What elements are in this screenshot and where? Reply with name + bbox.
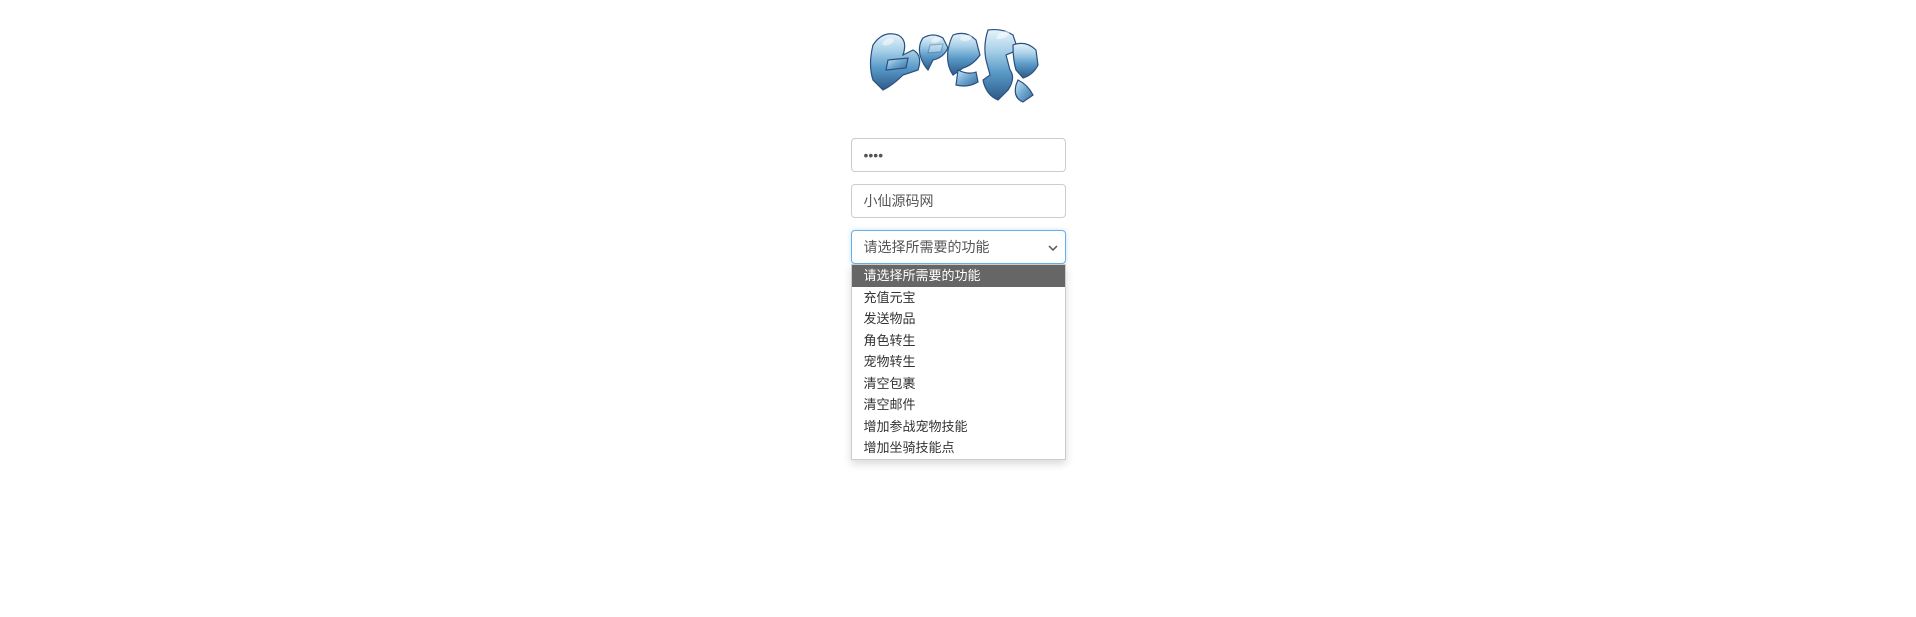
logo (858, 20, 1058, 120)
dropdown-option[interactable]: 宠物转生 (852, 351, 1065, 373)
dropdown-option[interactable]: 清空邮件 (852, 394, 1065, 416)
form-container: 请选择所需要的功能 请选择所需要的功能充值元宝发送物品角色转生宠物转生清空包裹清… (851, 20, 1066, 264)
dropdown-option[interactable]: 角色转生 (852, 330, 1065, 352)
dropdown-option[interactable]: 发送物品 (852, 308, 1065, 330)
dropdown-option[interactable]: 增加参战宠物技能 (852, 416, 1065, 438)
password-input[interactable] (851, 138, 1066, 172)
logo-svg (858, 20, 1058, 120)
function-select[interactable]: 请选择所需要的功能 (851, 230, 1066, 264)
dropdown-option[interactable]: 充值元宝 (852, 287, 1065, 309)
dropdown-option[interactable]: 清空包裹 (852, 373, 1065, 395)
dropdown-list: 请选择所需要的功能充值元宝发送物品角色转生宠物转生清空包裹清空邮件增加参战宠物技… (851, 264, 1066, 460)
dropdown-option[interactable]: 增加坐骑技能点 (852, 437, 1065, 459)
name-input[interactable] (851, 184, 1066, 218)
select-wrapper: 请选择所需要的功能 请选择所需要的功能充值元宝发送物品角色转生宠物转生清空包裹清… (851, 230, 1066, 264)
dropdown-option[interactable]: 请选择所需要的功能 (852, 265, 1065, 287)
